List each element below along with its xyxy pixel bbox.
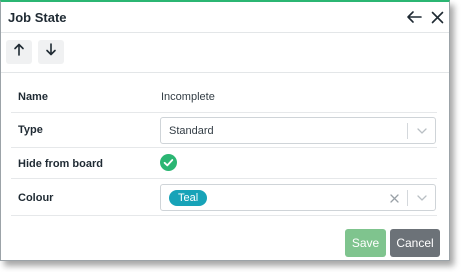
cancel-button[interactable]: Cancel <box>390 229 440 257</box>
clear-icon[interactable] <box>387 191 401 205</box>
name-label: Name <box>18 91 48 103</box>
name-value: Incomplete <box>161 91 215 103</box>
type-select-value: Standard <box>169 125 214 137</box>
move-down-button[interactable] <box>38 40 64 64</box>
colour-row: Colour Teal <box>11 179 437 216</box>
canvas: Job State Name Incomplete Type Standard … <box>0 0 461 272</box>
job-state-dialog: Job State Name Incomplete Type Standard … <box>0 0 450 261</box>
move-up-button[interactable] <box>6 40 32 64</box>
toolbar <box>1 33 449 73</box>
colour-select[interactable]: Teal <box>160 184 436 211</box>
select-separator <box>407 190 408 206</box>
arrow-down-icon <box>45 43 57 61</box>
hide-from-board-row: Hide from board <box>11 148 437 179</box>
arrow-left-icon[interactable] <box>403 6 425 28</box>
hide-from-board-label: Hide from board <box>18 158 103 170</box>
dialog-header: Job State <box>1 2 449 33</box>
chevron-down-icon[interactable] <box>415 191 429 205</box>
name-row: Name Incomplete <box>11 82 437 113</box>
select-separator <box>407 123 408 139</box>
type-row: Type Standard <box>11 113 437 148</box>
close-icon[interactable] <box>426 6 448 28</box>
chevron-down-icon[interactable] <box>415 124 429 138</box>
save-button[interactable]: Save <box>345 229 386 257</box>
arrow-up-icon <box>13 43 25 61</box>
colour-label: Colour <box>18 192 54 204</box>
type-label: Type <box>18 124 43 136</box>
dialog-title: Job State <box>8 10 67 25</box>
check-circle-icon[interactable] <box>160 154 177 171</box>
type-select[interactable]: Standard <box>160 117 436 144</box>
colour-tag: Teal <box>169 190 208 206</box>
